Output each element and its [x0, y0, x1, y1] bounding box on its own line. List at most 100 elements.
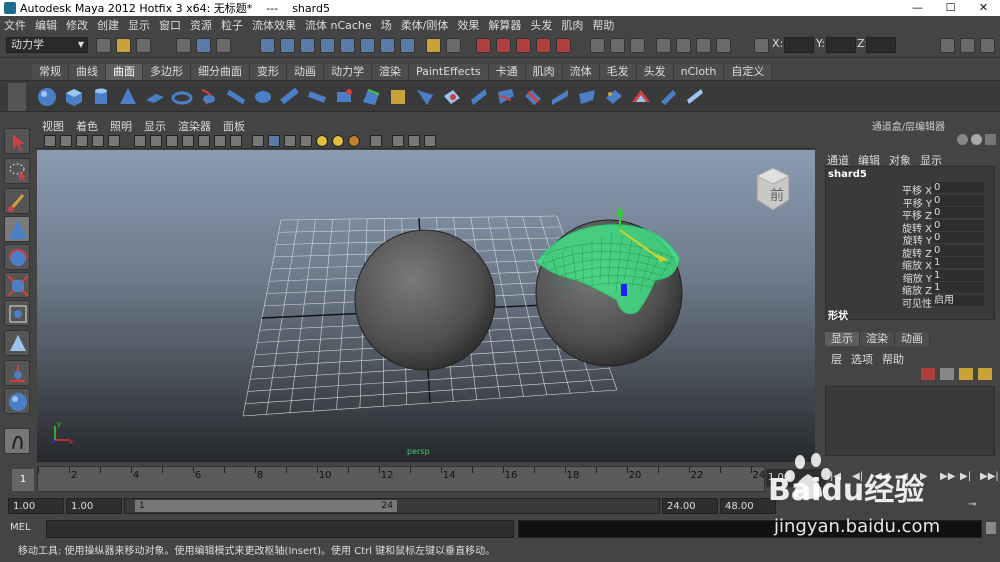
shelf-tab-subdivs[interactable]: 细分曲面 [191, 64, 250, 80]
shapes-section-label[interactable]: 形状 [828, 307, 848, 322]
select-tool-icon[interactable] [4, 128, 30, 154]
nurbs-torus-icon[interactable] [171, 86, 193, 108]
menu-hair[interactable]: 头发 [530, 17, 552, 33]
layout-toggle-icon[interactable] [4, 428, 30, 454]
smooth-shade-icon[interactable] [268, 135, 280, 147]
shelf-tab-general[interactable]: 常规 [32, 64, 69, 80]
rotate-tool-icon[interactable] [4, 244, 30, 270]
toggle-attribute-editor-icon[interactable] [940, 38, 955, 53]
project-curve-icon[interactable] [414, 86, 436, 108]
nurbs-cube-icon[interactable] [63, 86, 85, 108]
menu-muscle[interactable]: 肌肉 [561, 17, 583, 33]
menu-file[interactable]: 文件 [4, 17, 26, 33]
shelf-tab-toon[interactable]: 卡通 [488, 64, 526, 80]
lock-selection-icon[interactable] [426, 38, 441, 53]
panel-menu-view[interactable]: 视图 [42, 118, 64, 134]
attr-row[interactable]: 缩放 Z1 [826, 282, 996, 297]
current-frame-marker[interactable]: 1 [12, 469, 34, 491]
snap-grid-icon[interactable] [476, 38, 491, 53]
rebuild-surfaces-icon[interactable] [657, 86, 679, 108]
move-layer-up-icon[interactable] [959, 368, 973, 380]
textured-icon[interactable] [300, 135, 312, 147]
show-manipulator-icon[interactable] [4, 360, 30, 386]
camera-attributes-icon[interactable] [76, 135, 88, 147]
render-settings-icon[interactable] [716, 38, 731, 53]
attr-value[interactable]: 0 [932, 207, 984, 218]
attr-row[interactable]: 缩放 X1 [826, 257, 996, 272]
panel-menu-panels[interactable]: 面板 [223, 118, 245, 134]
nurbs-plane-icon[interactable] [144, 86, 166, 108]
layer-list[interactable] [825, 386, 995, 456]
move-layer-down-icon[interactable] [978, 368, 992, 380]
menu-modify[interactable]: 修改 [66, 17, 88, 33]
layer-menu-options[interactable]: 选项 [851, 351, 873, 367]
input-ops-icon[interactable] [590, 38, 605, 53]
image-plane-icon[interactable] [108, 135, 120, 147]
selected-node-name[interactable]: shard5 [828, 169, 867, 180]
new-layer-empty-icon[interactable] [921, 368, 935, 380]
detach-surfaces-icon[interactable] [549, 86, 571, 108]
revolve-icon[interactable] [198, 86, 220, 108]
isolate-select-icon[interactable] [370, 135, 382, 147]
nurbs-cone-icon[interactable] [117, 86, 139, 108]
paint-select-tool-icon[interactable] [4, 188, 30, 214]
shelf-tab-painteffects[interactable]: PaintEffects [409, 64, 489, 80]
attr-value[interactable]: 0 [932, 232, 984, 243]
toggle-channel-box-icon[interactable] [980, 38, 995, 53]
time-slider-track[interactable]: 2 4 6 8 10 12 14 16 18 20 22 24 [37, 466, 765, 492]
layer-menu-layers[interactable]: 层 [831, 351, 842, 367]
sculpt-geometry-icon[interactable] [684, 86, 706, 108]
last-tool-sphere-icon[interactable] [4, 388, 30, 414]
shadows-icon[interactable] [348, 135, 360, 147]
menu-fluid-ncache[interactable]: 流体 nCache [305, 17, 372, 33]
snap-view-plane-icon[interactable] [536, 38, 551, 53]
lock-camera-icon[interactable] [60, 135, 72, 147]
viewport-persp[interactable]: 前 y x persp [37, 150, 815, 462]
nurbs-cylinder-icon[interactable] [90, 86, 112, 108]
layer-tab-animation[interactable]: 动画 [895, 332, 930, 346]
untrim-icon[interactable] [495, 86, 517, 108]
menu-soft-rigid[interactable]: 柔体/刚体 [401, 17, 449, 33]
attr-value[interactable]: 1 [932, 269, 984, 281]
move-tool-icon[interactable] [4, 216, 30, 242]
birail-icon[interactable] [333, 86, 355, 108]
xray-icon[interactable] [392, 135, 404, 147]
safe-title-icon[interactable] [230, 135, 242, 147]
shelf-tab-surfaces[interactable]: 曲面 [106, 64, 143, 80]
hardware-texturing-icon[interactable] [424, 135, 436, 147]
shelf-tab-dynamics[interactable]: 动力学 [324, 64, 372, 80]
select-camera-icon[interactable] [44, 135, 56, 147]
playback-end-field[interactable]: 24.00 [662, 498, 718, 514]
maximize-button[interactable]: ☐ [934, 0, 967, 16]
panel-menu-renderer[interactable]: 渲染器 [178, 118, 211, 134]
soft-modification-icon[interactable] [4, 330, 30, 356]
attr-row[interactable]: 缩放 Y1 [826, 269, 996, 285]
shelf-menu-handle[interactable] [8, 83, 26, 111]
minimize-button[interactable]: — [901, 0, 934, 16]
attr-row[interactable]: 旋转 Z0 [826, 244, 996, 260]
menu-set-selector[interactable]: 动力学 ▼ [6, 37, 88, 53]
select-joints-icon[interactable] [280, 38, 295, 53]
highlight-selection-icon[interactable] [446, 38, 461, 53]
shelf-tab-hair[interactable]: 头发 [636, 64, 674, 80]
channel-box-layer-icon[interactable] [971, 134, 982, 145]
menu-display[interactable]: 显示 [128, 17, 150, 33]
output-ops-icon[interactable] [610, 38, 625, 53]
grid-toggle-icon[interactable] [134, 135, 146, 147]
menu-fluid-effects[interactable]: 流体效果 [252, 17, 296, 33]
make-live-icon[interactable] [556, 38, 571, 53]
layer-tab-display[interactable]: 显示 [825, 332, 860, 346]
menu-window[interactable]: 窗口 [159, 17, 181, 33]
shelf-tab-rendering[interactable]: 渲染 [372, 64, 409, 80]
new-scene-icon[interactable] [96, 38, 111, 53]
menu-edit[interactable]: 编辑 [35, 17, 57, 33]
command-input[interactable] [46, 520, 514, 538]
gate-mask-icon[interactable] [182, 135, 194, 147]
select-misc-icon[interactable] [400, 38, 415, 53]
close-button[interactable]: ✕ [967, 0, 1000, 16]
attr-row[interactable]: 平移 Y0 [826, 194, 996, 210]
insert-isoparms-icon[interactable] [576, 86, 598, 108]
select-hierarchy-icon[interactable] [176, 38, 191, 53]
panel-menu-lighting[interactable]: 照明 [110, 118, 132, 134]
layer-tab-render[interactable]: 渲染 [860, 332, 895, 346]
